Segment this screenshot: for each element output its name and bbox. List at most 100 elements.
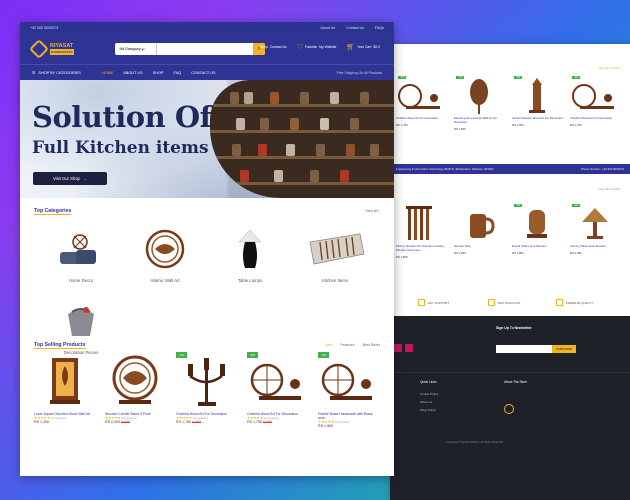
carved-lamp-image	[582, 208, 608, 239]
back-product-card[interactable]: -8% Charkha Wood Art For Decoration RS 1…	[570, 76, 622, 127]
view-all-link[interactable]: View All ›	[365, 209, 380, 213]
instagram-icon[interactable]	[394, 344, 402, 352]
spinning-wheel-image	[321, 363, 372, 400]
product-name[interactable]: Carving Table Lamp Wooden	[570, 244, 622, 248]
view-all-link[interactable]: View All Products	[598, 66, 620, 70]
back-product-card[interactable]: -5% Carving Table Lamp Wooden RS 2,990	[570, 204, 622, 255]
product-name[interactable]: Kitchen Wooden Set Wooden Cooking Wooden…	[396, 244, 448, 252]
discount-badge: -5%	[572, 204, 581, 207]
nav-contact[interactable]: CONTACT US	[191, 71, 215, 75]
category-decoration-pieces[interactable]: Decoration Pieces	[46, 300, 116, 355]
back-product-card[interactable]: -5% Round Table Lamp Wooden RS 1,850	[512, 204, 564, 255]
pinterest-icon[interactable]	[405, 344, 413, 352]
menu-icon: ☰	[32, 71, 36, 75]
wooden-tower-image	[529, 78, 545, 113]
top-bar: +92 000 0000073 About Us Contact Us FAQs	[20, 22, 394, 34]
product-name[interactable]: Eternal grace peacock Wall Art For Decor…	[454, 116, 506, 124]
product-price: RS 1,750	[396, 123, 408, 127]
address-text: Engineering & Information Technology (BU…	[396, 167, 494, 171]
product-price: RS 1,950	[318, 424, 333, 428]
back-product-card[interactable]: -6% African Wooden Wood Art For Decorati…	[512, 76, 564, 127]
tab-new[interactable]: New	[325, 343, 332, 347]
nav-shop[interactable]: SHOP	[153, 71, 164, 75]
discount-badge: -5%	[398, 76, 407, 79]
hero-title: Solution Of	[32, 100, 212, 134]
category-table-lamps[interactable]: Table Lamps	[215, 228, 285, 283]
shop-by-categories-button[interactable]: ☰ SHOP BY CATEGORIES	[32, 70, 102, 76]
back-product-card[interactable]: Kitchen Wooden Set Wooden Cooking Wooden…	[396, 204, 448, 259]
shipping-notice: Free Shipping On All Products	[336, 70, 382, 75]
table-lamp-image	[527, 210, 547, 238]
faq-link[interactable]: FAQs	[375, 26, 384, 30]
about-store-title: About The Store	[504, 380, 528, 384]
header: RIYASAT HANDICRAFTS All Category ▾ I'm Sh…	[20, 34, 394, 64]
product-name[interactable]: Wooden Mug	[454, 244, 506, 248]
product-name[interactable]: Charkha Wood Art For Decoration	[396, 116, 448, 120]
category-kitchen-items[interactable]: Kitchen Items	[300, 228, 370, 283]
visit-shop-button[interactable]: Visit Our Shop →	[33, 172, 107, 185]
contact-link[interactable]: Contact Us	[346, 26, 364, 30]
discount-badge: -5%	[514, 204, 523, 207]
product-price: RS 1,250	[34, 420, 49, 424]
nav-faq[interactable]: FAQ	[174, 71, 182, 75]
product-name[interactable]: Charkha Wood Art For Decoration	[570, 116, 622, 120]
shop-link[interactable]: Shop Contact Us	[260, 43, 287, 51]
cart-link[interactable]: 🛒︎ Your Cart $0.0	[346, 43, 380, 51]
product-card[interactable]: -8% Charkha Wood Art For Decoration ★★★★…	[247, 352, 308, 428]
product-price: RS 1,050	[454, 251, 466, 255]
product-card[interactable]: Lotus Square Wooden Wood Wall Art ★★★★★ …	[34, 352, 95, 428]
feature-discount: GET DISCOUNT	[488, 299, 521, 306]
category-home-decor[interactable]: Home Decor	[46, 228, 116, 283]
footer-link[interactable]: Cookie Policy	[420, 390, 438, 398]
back-product-card[interactable]: -7% Eternal grace peacock Wall Art For D…	[454, 76, 506, 131]
product-price: RS 1,550	[454, 127, 466, 131]
back-product-card[interactable]: -5% Charkha Wood Art For Decoration RS 1…	[396, 76, 448, 127]
discount-badge: -7%	[456, 76, 465, 79]
section-title: Top Categories	[34, 207, 72, 215]
discount-badge: -4%	[318, 352, 329, 358]
footer-link[interactable]: Shop Policy	[420, 406, 438, 414]
category-grid: Home Decor Islamic Wall Art Table Lamps …	[20, 218, 394, 355]
home-decor-image	[60, 234, 96, 264]
subscribe-button[interactable]: SUBSCRIBE	[552, 345, 576, 353]
product-card[interactable]: Wooden Candle Stand 3 Point ★★★★★ (0 rev…	[105, 352, 166, 428]
headset-icon	[418, 299, 425, 306]
product-card[interactable]: -4% Double Brass Handmade with Brass wor…	[318, 352, 379, 428]
tab-best-seller[interactable]: Best Seller	[363, 343, 380, 347]
category-islamic-wall-art[interactable]: Islamic Wall Art	[130, 228, 200, 283]
tab-featured[interactable]: Featured	[340, 343, 354, 347]
nav-home[interactable]: HOME	[102, 71, 113, 75]
store-logo-icon	[504, 404, 514, 414]
newsletter-email-input[interactable]	[496, 345, 552, 353]
pantry-shelf-image	[210, 80, 394, 198]
logo-mark-icon	[29, 39, 49, 59]
product-list: Lotus Square Wooden Wood Wall Art ★★★★★ …	[20, 352, 394, 428]
spinning-wheel-image	[398, 84, 440, 109]
view-all-link[interactable]: View All Products	[598, 187, 620, 191]
cart-icon: 🛒︎	[346, 44, 356, 51]
nav-about[interactable]: ABOUT US	[123, 71, 142, 75]
footer: Sign Up To Newsletter SUBSCRIBE Quick Li…	[390, 316, 630, 500]
secondary-page-preview: View All Products -5% Charkha Wood Art F…	[390, 44, 630, 500]
about-link[interactable]: About Us	[320, 26, 335, 30]
back-product-card[interactable]: Wooden Mug RS 1,050	[454, 204, 506, 255]
site-logo[interactable]: RIYASAT HANDICRAFTS	[29, 39, 76, 59]
decoration-piece-image	[68, 307, 94, 336]
kitchen-organizer-image	[309, 233, 365, 265]
category-select[interactable]: All Category ▾	[115, 43, 157, 55]
product-card[interactable]: -5% Charkha Wood Art For Decoration ★★★★…	[176, 352, 237, 428]
product-price: RS 1,550	[512, 123, 524, 127]
candelabra-image	[188, 358, 225, 406]
home-page: +92 000 0000073 About Us Contact Us FAQs…	[20, 22, 394, 476]
product-name[interactable]: Round Table Lamp Wooden	[512, 244, 564, 248]
wishlist-link[interactable]: ♡ Favorite My Wishlist	[297, 43, 337, 51]
categories-header: Top Categories View All ›	[20, 204, 394, 218]
footer-link[interactable]: About Us	[420, 398, 438, 406]
candle-stand-image	[112, 355, 158, 404]
product-name[interactable]: Double Brass Handmade with Brass work	[318, 412, 379, 420]
discount-badge: -8%	[247, 352, 258, 358]
product-name[interactable]: African Wooden Wood Art For Decoration	[512, 116, 564, 120]
heart-icon: ♡	[296, 44, 303, 51]
phone-number: +92 000 0000073	[30, 26, 59, 30]
tag-icon	[488, 299, 495, 306]
